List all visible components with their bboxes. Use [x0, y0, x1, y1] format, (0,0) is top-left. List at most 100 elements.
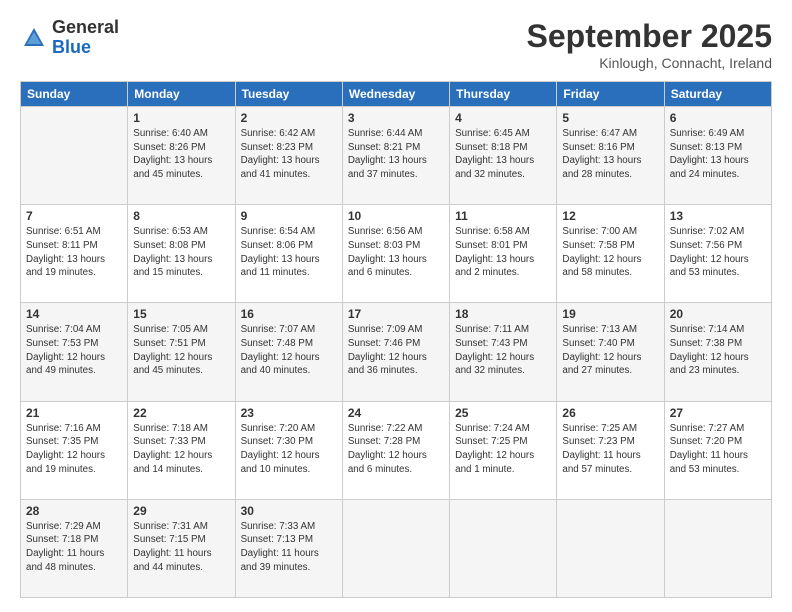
day-info: Sunrise: 7:27 AM Sunset: 7:20 PM Dayligh… — [670, 422, 766, 477]
day-number: 30 — [241, 504, 337, 518]
day-cell: 4Sunrise: 6:45 AM Sunset: 8:18 PM Daylig… — [450, 107, 557, 205]
day-number: 4 — [455, 111, 551, 125]
day-cell — [664, 499, 771, 597]
week-row-4: 28 Sunrise: 7:29 AM Sunset: 7:18 PM Dayli… — [21, 499, 772, 597]
day-info: Sunrise: 7:04 AM Sunset: 7:53 PM Dayligh… — [26, 323, 122, 378]
day-number: 13 — [670, 209, 766, 223]
col-header-tuesday: Tuesday — [235, 82, 342, 107]
week-row-2: 14 Sunrise: 7:04 AM Sunset: 7:53 PM Dayli… — [21, 303, 772, 401]
day-number: 26 — [562, 406, 658, 420]
day-info: Sunrise: 6:49 AM Sunset: 8:13 PM Dayligh… — [670, 127, 766, 182]
col-header-thursday: Thursday — [450, 82, 557, 107]
day-cell — [21, 107, 128, 205]
day-cell: 18Sunrise: 7:11 AM Sunset: 7:43 PM Dayli… — [450, 303, 557, 401]
day-info: Sunrise: 6:56 AM Sunset: 8:03 PM Dayligh… — [348, 225, 444, 280]
day-number: 14 — [26, 307, 122, 321]
col-header-friday: Friday — [557, 82, 664, 107]
location-subtitle: Kinlough, Connacht, Ireland — [527, 55, 772, 71]
day-number: 21 — [26, 406, 122, 420]
day-cell: 21 Sunrise: 7:16 AM Sunset: 7:35 PM Dayli… — [21, 401, 128, 499]
day-number: 11 — [455, 209, 551, 223]
title-block: September 2025 Kinlough, Connacht, Irela… — [527, 18, 772, 71]
day-cell: 11 Sunrise: 6:58 AM Sunset: 8:01 PM Dayli… — [450, 205, 557, 303]
logo-text: General Blue — [52, 18, 119, 58]
day-info: Sunrise: 7:02 AM Sunset: 7:56 PM Dayligh… — [670, 225, 766, 280]
day-info: Sunrise: 7:33 AM Sunset: 7:13 PM Dayligh… — [241, 520, 337, 575]
logo-general: General — [52, 18, 119, 38]
day-cell: 23 Sunrise: 7:20 AM Sunset: 7:30 PM Dayli… — [235, 401, 342, 499]
day-number: 15 — [133, 307, 229, 321]
day-number: 28 — [26, 504, 122, 518]
day-info: Sunrise: 7:31 AM Sunset: 7:15 PM Dayligh… — [133, 520, 229, 575]
day-cell — [450, 499, 557, 597]
day-cell: 20Sunrise: 7:14 AM Sunset: 7:38 PM Dayli… — [664, 303, 771, 401]
day-cell: 12 Sunrise: 7:00 AM Sunset: 7:58 PM Dayli… — [557, 205, 664, 303]
day-info: Sunrise: 7:29 AM Sunset: 7:18 PM Dayligh… — [26, 520, 122, 575]
logo-blue: Blue — [52, 38, 119, 58]
day-info: Sunrise: 6:42 AM Sunset: 8:23 PM Dayligh… — [241, 127, 337, 182]
day-info: Sunrise: 6:54 AM Sunset: 8:06 PM Dayligh… — [241, 225, 337, 280]
day-info: Sunrise: 6:53 AM Sunset: 8:08 PM Dayligh… — [133, 225, 229, 280]
day-number: 20 — [670, 307, 766, 321]
day-cell: 27 Sunrise: 7:27 AM Sunset: 7:20 PM Dayli… — [664, 401, 771, 499]
day-info: Sunrise: 6:51 AM Sunset: 8:11 PM Dayligh… — [26, 225, 122, 280]
day-cell: 28 Sunrise: 7:29 AM Sunset: 7:18 PM Dayli… — [21, 499, 128, 597]
day-info: Sunrise: 7:25 AM Sunset: 7:23 PM Dayligh… — [562, 422, 658, 477]
day-number: 16 — [241, 307, 337, 321]
day-number: 23 — [241, 406, 337, 420]
day-info: Sunrise: 7:16 AM Sunset: 7:35 PM Dayligh… — [26, 422, 122, 477]
day-info: Sunrise: 7:00 AM Sunset: 7:58 PM Dayligh… — [562, 225, 658, 280]
col-header-wednesday: Wednesday — [342, 82, 449, 107]
day-cell: 29Sunrise: 7:31 AM Sunset: 7:15 PM Dayli… — [128, 499, 235, 597]
day-number: 10 — [348, 209, 444, 223]
col-header-monday: Monday — [128, 82, 235, 107]
page: General Blue September 2025 Kinlough, Co… — [0, 0, 792, 612]
day-cell: 3 Sunrise: 6:44 AM Sunset: 8:21 PM Daylig… — [342, 107, 449, 205]
day-cell: 2 Sunrise: 6:42 AM Sunset: 8:23 PM Daylig… — [235, 107, 342, 205]
day-number: 22 — [133, 406, 229, 420]
day-info: Sunrise: 7:20 AM Sunset: 7:30 PM Dayligh… — [241, 422, 337, 477]
day-number: 27 — [670, 406, 766, 420]
col-header-sunday: Sunday — [21, 82, 128, 107]
day-cell: 15 Sunrise: 7:05 AM Sunset: 7:51 PM Dayli… — [128, 303, 235, 401]
day-cell: 16 Sunrise: 7:07 AM Sunset: 7:48 PM Dayli… — [235, 303, 342, 401]
day-number: 12 — [562, 209, 658, 223]
day-number: 6 — [670, 111, 766, 125]
day-info: Sunrise: 6:47 AM Sunset: 8:16 PM Dayligh… — [562, 127, 658, 182]
day-cell: 19 Sunrise: 7:13 AM Sunset: 7:40 PM Dayli… — [557, 303, 664, 401]
day-info: Sunrise: 7:05 AM Sunset: 7:51 PM Dayligh… — [133, 323, 229, 378]
day-cell: 22Sunrise: 7:18 AM Sunset: 7:33 PM Dayli… — [128, 401, 235, 499]
day-number: 9 — [241, 209, 337, 223]
week-row-3: 21 Sunrise: 7:16 AM Sunset: 7:35 PM Dayli… — [21, 401, 772, 499]
day-number: 17 — [348, 307, 444, 321]
week-row-1: 7 Sunrise: 6:51 AM Sunset: 8:11 PM Daylig… — [21, 205, 772, 303]
day-cell: 30 Sunrise: 7:33 AM Sunset: 7:13 PM Dayli… — [235, 499, 342, 597]
day-number: 7 — [26, 209, 122, 223]
day-cell: 1Sunrise: 6:40 AM Sunset: 8:26 PM Daylig… — [128, 107, 235, 205]
logo-icon — [20, 24, 48, 52]
logo: General Blue — [20, 18, 119, 58]
week-row-0: 1Sunrise: 6:40 AM Sunset: 8:26 PM Daylig… — [21, 107, 772, 205]
day-info: Sunrise: 7:07 AM Sunset: 7:48 PM Dayligh… — [241, 323, 337, 378]
day-info: Sunrise: 6:58 AM Sunset: 8:01 PM Dayligh… — [455, 225, 551, 280]
day-cell: 6 Sunrise: 6:49 AM Sunset: 8:13 PM Daylig… — [664, 107, 771, 205]
day-cell: 10 Sunrise: 6:56 AM Sunset: 8:03 PM Dayli… — [342, 205, 449, 303]
day-info: Sunrise: 7:24 AM Sunset: 7:25 PM Dayligh… — [455, 422, 551, 477]
header: General Blue September 2025 Kinlough, Co… — [20, 18, 772, 71]
day-number: 2 — [241, 111, 337, 125]
day-info: Sunrise: 6:44 AM Sunset: 8:21 PM Dayligh… — [348, 127, 444, 182]
day-number: 24 — [348, 406, 444, 420]
day-cell: 9 Sunrise: 6:54 AM Sunset: 8:06 PM Daylig… — [235, 205, 342, 303]
day-info: Sunrise: 7:13 AM Sunset: 7:40 PM Dayligh… — [562, 323, 658, 378]
day-number: 18 — [455, 307, 551, 321]
day-cell: 7 Sunrise: 6:51 AM Sunset: 8:11 PM Daylig… — [21, 205, 128, 303]
calendar-table: SundayMondayTuesdayWednesdayThursdayFrid… — [20, 81, 772, 598]
day-number: 19 — [562, 307, 658, 321]
day-number: 3 — [348, 111, 444, 125]
day-cell: 26 Sunrise: 7:25 AM Sunset: 7:23 PM Dayli… — [557, 401, 664, 499]
day-cell: 14 Sunrise: 7:04 AM Sunset: 7:53 PM Dayli… — [21, 303, 128, 401]
day-info: Sunrise: 7:22 AM Sunset: 7:28 PM Dayligh… — [348, 422, 444, 477]
month-title: September 2025 — [527, 18, 772, 55]
col-header-saturday: Saturday — [664, 82, 771, 107]
day-info: Sunrise: 6:40 AM Sunset: 8:26 PM Dayligh… — [133, 127, 229, 182]
